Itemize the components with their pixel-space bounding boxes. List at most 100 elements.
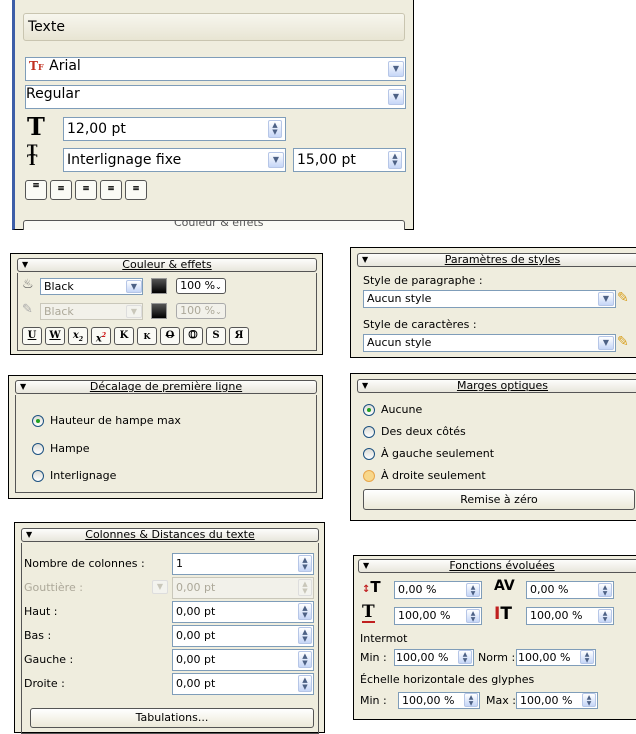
couleur-header[interactable]: ▼ Couleur & effets: [17, 258, 317, 272]
radio-hampe[interactable]: [32, 443, 44, 455]
gutter-input[interactable]: 0,00 pt: [172, 577, 314, 599]
font-type-icon: TF: [29, 59, 44, 73]
glyph-min-label: Min :: [360, 694, 387, 707]
marges-header[interactable]: ▼ Marges optiques: [357, 379, 636, 393]
reverse-button[interactable]: Я: [229, 327, 249, 345]
columns-input[interactable]: 1: [172, 553, 314, 575]
gutter-label: Gouttière :: [24, 581, 83, 594]
columns-label: Nombre de colonnes :: [24, 557, 145, 570]
shadow-button[interactable]: S: [206, 327, 226, 345]
glyph-max-label: Max :: [486, 694, 516, 707]
subscript-button[interactable]: x2: [68, 327, 88, 345]
intermot-label: Intermot: [360, 632, 408, 645]
stroke-swatch: [151, 303, 167, 319]
align-center-button[interactable]: ≡: [50, 180, 72, 200]
radio-hauteur-hampe-max[interactable]: [32, 415, 44, 427]
right-input[interactable]: 0,00 pt: [172, 673, 314, 695]
font-family-select[interactable]: TF Arial: [25, 57, 406, 81]
params-header[interactable]: ▼ Paramètres de styles: [357, 253, 636, 267]
chevron-down-icon[interactable]: ▼: [152, 580, 168, 594]
fill-opacity-button[interactable]: 100 %⌄: [176, 278, 226, 294]
font-size-input[interactable]: 12,00 pt: [63, 117, 286, 141]
right-stepper[interactable]: ▲ ▼: [298, 675, 312, 692]
couleur-panel: ▼ Couleur & effets ♨ Black ▼ 100 %⌄ ✎ Bl…: [10, 253, 323, 355]
glyph-min-stepper[interactable]: ▲ ▼: [464, 693, 478, 707]
collapse-triangle-icon: ▼: [362, 381, 369, 390]
texte-header[interactable]: Texte: [23, 13, 405, 41]
fonctions-header[interactable]: ▼ Fonctions évoluées: [358, 559, 636, 573]
para-style-label: Style de paragraphe :: [363, 274, 483, 287]
align-right-button[interactable]: ≡: [75, 180, 97, 200]
baseline-offset-stepper[interactable]: ▲ ▼: [466, 583, 480, 597]
tracking-icon: AV: [494, 578, 515, 594]
colonnes-header[interactable]: ▼ Colonnes & Distances du texte: [21, 528, 319, 542]
align-left-button[interactable]: ≡: [25, 180, 47, 200]
all-caps-button[interactable]: K: [114, 327, 134, 345]
chevron-down-icon[interactable]: ▼: [598, 336, 614, 350]
font-size-stepper[interactable]: ▲ ▼: [268, 120, 282, 138]
font-style-select[interactable]: Regular: [25, 85, 406, 109]
decalage-header[interactable]: ▼ Décalage de première ligne: [15, 380, 317, 394]
collapse-triangle-icon: ▼: [22, 260, 29, 269]
radio-aucune[interactable]: [363, 404, 375, 416]
left-stepper[interactable]: ▲ ▼: [298, 651, 312, 668]
chevron-down-icon[interactable]: ▼: [126, 305, 142, 318]
char-style-select[interactable]: Aucun style: [363, 334, 616, 352]
radio-droite-seulement[interactable]: [363, 470, 375, 482]
tabulations-button[interactable]: Tabulations...: [30, 708, 314, 728]
line-spacing-mode-select[interactable]: Interlignage fixe: [63, 148, 286, 172]
radio-interlignage[interactable]: [32, 470, 44, 482]
underline-button[interactable]: U: [22, 327, 42, 345]
columns-stepper[interactable]: ▲ ▼: [298, 555, 312, 572]
glyph-scale-label: Échelle horizontale des glyphes: [360, 673, 535, 686]
brush-icon[interactable]: ✎: [617, 290, 629, 306]
chevron-down-icon[interactable]: ▼: [126, 280, 142, 293]
top-stepper[interactable]: ▲ ▼: [298, 603, 312, 620]
tracking-stepper[interactable]: ▲ ▼: [598, 583, 612, 597]
texte-panel: Texte TF Arial ▼ Regular ▼ T 12,00 pt ▲ ▼…: [12, 0, 414, 230]
small-caps-button[interactable]: K: [137, 327, 157, 345]
collapse-triangle-icon: ▼: [362, 255, 369, 264]
char-style-label: Style de caractères :: [363, 318, 477, 331]
stroke-opacity-button[interactable]: 100 %⌄: [176, 303, 226, 319]
para-style-select[interactable]: Aucun style: [363, 290, 616, 308]
collapse-triangle-icon: ▼: [26, 530, 33, 539]
underline-words-button[interactable]: W: [45, 327, 65, 345]
strikethrough-button[interactable]: O: [160, 327, 180, 345]
word-norm-stepper[interactable]: ▲ ▼: [580, 650, 594, 664]
brush-icon[interactable]: ✎: [617, 334, 629, 350]
font-style-value: Regular: [26, 86, 80, 102]
collapse-triangle-icon: ▼: [363, 561, 370, 570]
baseline-offset-icon: ↕T: [362, 578, 381, 596]
align-justify-button[interactable]: ≡: [100, 180, 122, 200]
fonctions-panel: ▼ Fonctions évoluées ↕T 0,00 % ▲ ▼ AV 0,0…: [353, 555, 636, 720]
reset-button[interactable]: Remise à zéro: [363, 489, 635, 510]
marges-panel: ▼ Marges optiques Aucune Des deux côtés …: [350, 373, 636, 521]
collapse-triangle-icon: ▼: [20, 382, 27, 391]
line-spacing-stepper[interactable]: ▲ ▼: [388, 151, 402, 169]
align-force-justify-button[interactable]: ≡: [125, 180, 147, 200]
radio-gauche-seulement[interactable]: [363, 448, 375, 460]
glyph-max-stepper[interactable]: ▲ ▼: [582, 693, 596, 707]
top-input[interactable]: 0,00 pt: [172, 601, 314, 623]
superscript-button[interactable]: x2: [91, 327, 111, 345]
chevron-down-icon[interactable]: ▼: [388, 61, 404, 77]
font-family-value: Arial: [49, 58, 81, 74]
bottom-input[interactable]: 0,00 pt: [172, 625, 314, 647]
gutter-stepper[interactable]: ▲ ▼: [298, 579, 312, 596]
chevron-down-icon[interactable]: ▼: [388, 89, 404, 105]
radio-deux-cotes[interactable]: [363, 426, 375, 438]
chevron-down-icon[interactable]: ▼: [268, 152, 284, 168]
left-input[interactable]: 0,00 pt: [172, 649, 314, 671]
bottom-stepper[interactable]: ▲ ▼: [298, 627, 312, 644]
stroke-pencil-icon: ✎: [22, 302, 33, 317]
texte-title: Texte: [28, 19, 65, 35]
bottom-label: Bas :: [24, 629, 52, 642]
colonnes-body: Nombre de colonnes : 1 ▲ ▼ Gouttière : ▼ …: [21, 543, 319, 734]
horizontal-scale-stepper[interactable]: ▲ ▼: [466, 609, 480, 623]
chevron-down-icon[interactable]: ▼: [598, 292, 614, 306]
word-min-label: Min :: [360, 651, 387, 664]
outline-button[interactable]: O: [183, 327, 203, 345]
vertical-scale-stepper[interactable]: ▲ ▼: [598, 609, 612, 623]
word-min-stepper[interactable]: ▲ ▼: [458, 650, 472, 664]
